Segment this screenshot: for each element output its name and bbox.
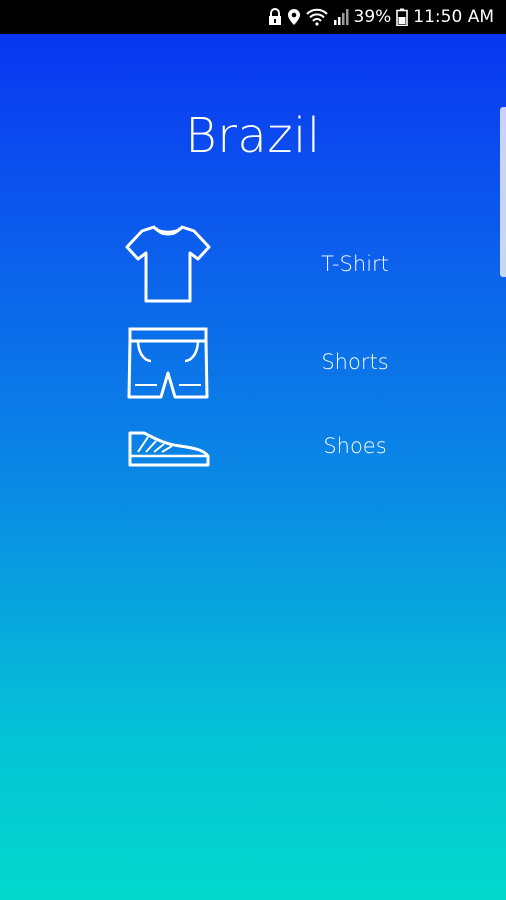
item-label-shorts: Shorts bbox=[321, 350, 389, 374]
wifi-icon bbox=[305, 7, 328, 27]
list-item-tshirt[interactable]: T-Shirt bbox=[120, 222, 420, 306]
app-screen: 39% 11:50 AM Brazil T-Shirt Shorts Shoes bbox=[0, 0, 506, 900]
location-icon bbox=[287, 7, 301, 27]
shorts-icon bbox=[120, 325, 216, 401]
lock-icon bbox=[268, 7, 282, 27]
battery-icon bbox=[396, 7, 409, 27]
item-label-shoes: Shoes bbox=[323, 434, 387, 458]
list-item-shorts[interactable]: Shorts bbox=[120, 324, 420, 402]
page-title: Brazil bbox=[185, 108, 321, 164]
status-bar: 39% 11:50 AM bbox=[0, 0, 506, 34]
scrollbar[interactable] bbox=[500, 107, 506, 277]
battery-percent: 39% bbox=[353, 7, 392, 27]
item-label-tshirt: T-Shirt bbox=[321, 252, 389, 276]
clock: 11:50 AM bbox=[413, 7, 494, 27]
signal-icon bbox=[333, 7, 349, 27]
shoe-icon bbox=[120, 428, 216, 468]
list-item-shoes[interactable]: Shoes bbox=[120, 426, 420, 470]
tshirt-icon bbox=[120, 223, 216, 305]
